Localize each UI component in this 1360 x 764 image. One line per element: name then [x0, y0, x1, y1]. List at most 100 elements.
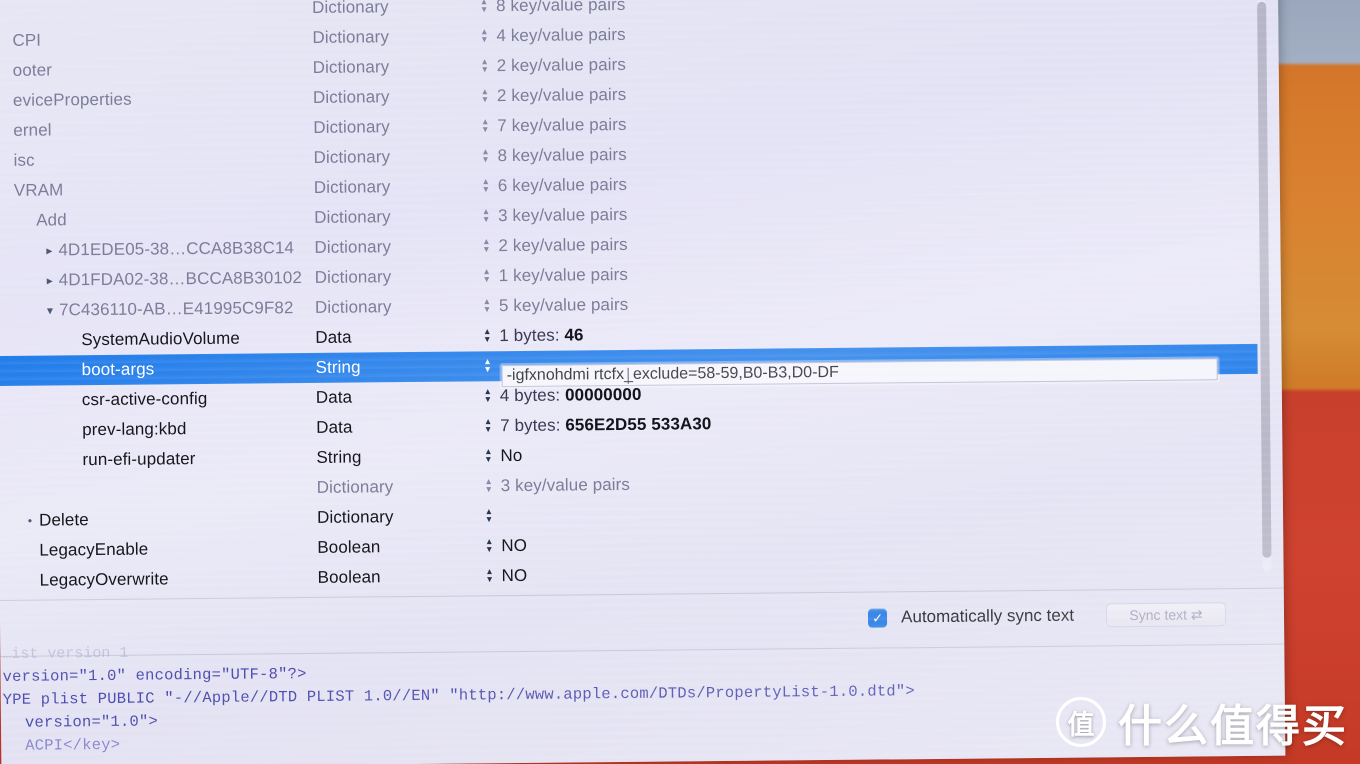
- row-stepper-icon[interactable]: ▴ ▾: [475, 326, 499, 345]
- row-value-cell[interactable]: 2 key/value pairs: [497, 79, 1279, 107]
- row-value-cell[interactable]: 3 key/value pairs: [501, 469, 1283, 497]
- row-value-prefix: 1 bytes:: [499, 325, 565, 346]
- row-key-label: 4D1EDE05-38…CCA8B38C14: [58, 238, 295, 260]
- row-value-cell[interactable]: 1 bytes: 46: [499, 319, 1281, 347]
- row-type-cell[interactable]: Dictionary: [317, 476, 477, 498]
- row-type-cell[interactable]: Data: [316, 416, 476, 438]
- row-key-cell: SystemAudioVolume: [0, 328, 315, 351]
- row-type-cell[interactable]: Dictionary: [312, 26, 472, 48]
- row-value-hex: 656E2D55 533A30: [565, 414, 712, 435]
- row-value-cell[interactable]: 2 key/value pairs: [497, 49, 1279, 77]
- row-key-cell: VRAM: [0, 178, 314, 201]
- row-stepper-icon[interactable]: ▴ ▾: [477, 506, 501, 525]
- row-key-cell: ooter: [0, 58, 313, 81]
- row-value-cell[interactable]: 5 key/value pairs: [499, 289, 1281, 317]
- row-key-label: VRAM: [13, 180, 64, 200]
- row-key-cell: run-efi-updater: [0, 448, 317, 471]
- row-value-cell[interactable]: NO: [501, 559, 1283, 587]
- row-value-cell[interactable]: 6 key/value pairs: [498, 169, 1280, 197]
- checkmark-icon: ✓: [872, 609, 884, 626]
- row-type-cell[interactable]: Boolean: [318, 566, 478, 588]
- row-value-cell[interactable]: 7 bytes: 656E2D55 533A30: [500, 409, 1282, 437]
- row-key-cell: [0, 8, 312, 11]
- row-stepper-icon[interactable]: ▴ ▾: [472, 26, 496, 45]
- text-caret: [627, 367, 629, 384]
- row-key-label: CPI: [12, 30, 42, 50]
- row-key-label: LegacyEnable: [39, 539, 149, 560]
- row-key-cell: isc: [0, 148, 314, 171]
- disclosure-placeholder-icon[interactable]: •: [21, 514, 39, 528]
- automatically-sync-text-checkbox[interactable]: ✓: [868, 607, 888, 628]
- row-stepper-icon[interactable]: ▴ ▾: [475, 266, 499, 285]
- row-stepper-icon[interactable]: ▴ ▾: [477, 536, 501, 555]
- row-key-cell: ▸ 4D1EDE05-38…CCA8B38C14: [0, 238, 315, 261]
- row-stepper-icon[interactable]: ▴ ▾: [474, 176, 498, 195]
- row-value-cell[interactable]: 8 key/value pairs: [497, 139, 1279, 167]
- row-value-hex: 00000000: [564, 384, 642, 405]
- row-key-label: LegacyOverwrite: [39, 569, 169, 590]
- row-value-cell[interactable]: [501, 509, 1283, 517]
- row-type-cell[interactable]: Dictionary: [315, 296, 475, 318]
- row-stepper-icon[interactable]: ▴ ▾: [476, 446, 500, 465]
- watermark-text: 什么值得买: [1118, 702, 1348, 751]
- watermark-badge-icon: 值: [1056, 697, 1106, 747]
- row-value-cell[interactable]: 8 key/value pairs: [496, 0, 1278, 16]
- row-type-cell[interactable]: Dictionary: [312, 0, 472, 18]
- row-key-label: Add: [36, 210, 67, 230]
- row-type-cell[interactable]: Boolean: [317, 536, 477, 558]
- row-value-cell[interactable]: 1 key/value pairs: [499, 259, 1281, 287]
- row-key-cell: prev-lang:kbd: [0, 418, 316, 441]
- row-stepper-icon[interactable]: ▴ ▾: [473, 86, 497, 105]
- row-key-label: 7C436110-AB…E41995C9F82: [58, 298, 294, 320]
- row-type-cell[interactable]: Data: [316, 386, 476, 408]
- row-value-cell[interactable]: 7 key/value pairs: [497, 109, 1279, 137]
- row-type-cell[interactable]: Dictionary: [314, 236, 474, 258]
- row-type-cell[interactable]: Dictionary: [313, 56, 473, 78]
- row-key-label: boot-args: [81, 359, 155, 380]
- row-type-cell[interactable]: Dictionary: [315, 266, 475, 288]
- row-type-cell[interactable]: Dictionary: [317, 506, 477, 528]
- row-type-cell[interactable]: Dictionary: [313, 116, 473, 138]
- row-type-cell[interactable]: Dictionary: [314, 176, 474, 198]
- row-stepper-icon[interactable]: ▴ ▾: [476, 416, 500, 435]
- automatically-sync-text-label: Automatically sync text: [901, 605, 1075, 627]
- row-stepper-icon[interactable]: ▴ ▾: [476, 356, 500, 375]
- row-type-cell[interactable]: String: [316, 446, 476, 468]
- row-stepper-icon[interactable]: ▴ ▾: [472, 0, 496, 15]
- row-stepper-icon[interactable]: ▴ ▾: [474, 206, 498, 225]
- row-key-cell: LegacyEnable: [0, 538, 317, 561]
- row-stepper-icon[interactable]: ▴ ▾: [473, 116, 497, 135]
- chevron-right-icon[interactable]: ▸: [41, 273, 59, 287]
- row-type-cell[interactable]: String: [315, 356, 475, 378]
- row-stepper-icon[interactable]: ▴ ▾: [474, 236, 498, 255]
- row-value-cell[interactable]: 3 key/value pairs: [498, 199, 1280, 227]
- row-stepper-icon[interactable]: ▴ ▾: [478, 566, 502, 585]
- row-stepper-icon[interactable]: ▴ ▾: [477, 476, 501, 495]
- row-type-cell[interactable]: Dictionary: [313, 86, 473, 108]
- row-type-cell[interactable]: Dictionary: [313, 146, 473, 168]
- row-key-cell: Add: [0, 208, 314, 231]
- row-stepper-icon[interactable]: ▴ ▾: [473, 56, 497, 75]
- chevron-right-icon[interactable]: ▸: [40, 243, 58, 257]
- chevron-down-icon[interactable]: ▾: [41, 303, 59, 317]
- row-type-cell[interactable]: Dictionary: [314, 206, 474, 228]
- row-stepper-icon[interactable]: ▴ ▾: [473, 146, 497, 165]
- row-value-cell[interactable]: 4 key/value pairs: [496, 19, 1278, 47]
- screenshot-photo: Dictionary ▴ ▾ 8 key/value pairs CPI Dictiona…: [0, 0, 1360, 764]
- row-value-cell[interactable]: NO: [501, 529, 1283, 557]
- row-value-prefix: 7 bytes:: [500, 415, 566, 436]
- watermark: 值 什么值得买: [1056, 690, 1348, 754]
- row-type-cell[interactable]: Data: [315, 326, 475, 348]
- row-key-cell: ▾ 7C436110-AB…E41995C9F82: [0, 298, 315, 321]
- plist-outline-table[interactable]: Dictionary ▴ ▾ 8 key/value pairs CPI Dictiona…: [0, 0, 1284, 596]
- row-key-label: csr-active-config: [81, 388, 208, 410]
- row-value-cell[interactable]: 2 key/value pairs: [498, 229, 1280, 257]
- row-stepper-icon[interactable]: ▴ ▾: [475, 296, 499, 315]
- row-key-label: ernel: [13, 120, 52, 140]
- sync-text-button[interactable]: Sync text ⇄: [1105, 602, 1227, 628]
- row-stepper-icon[interactable]: ▴ ▾: [476, 386, 500, 405]
- row-key-cell: LegacyOverwrite: [0, 568, 318, 591]
- row-value-cell[interactable]: No: [500, 439, 1282, 467]
- row-key-label: 4D1FDA02-38…BCCA8B30102: [58, 268, 303, 290]
- row-key-cell: [0, 488, 317, 491]
